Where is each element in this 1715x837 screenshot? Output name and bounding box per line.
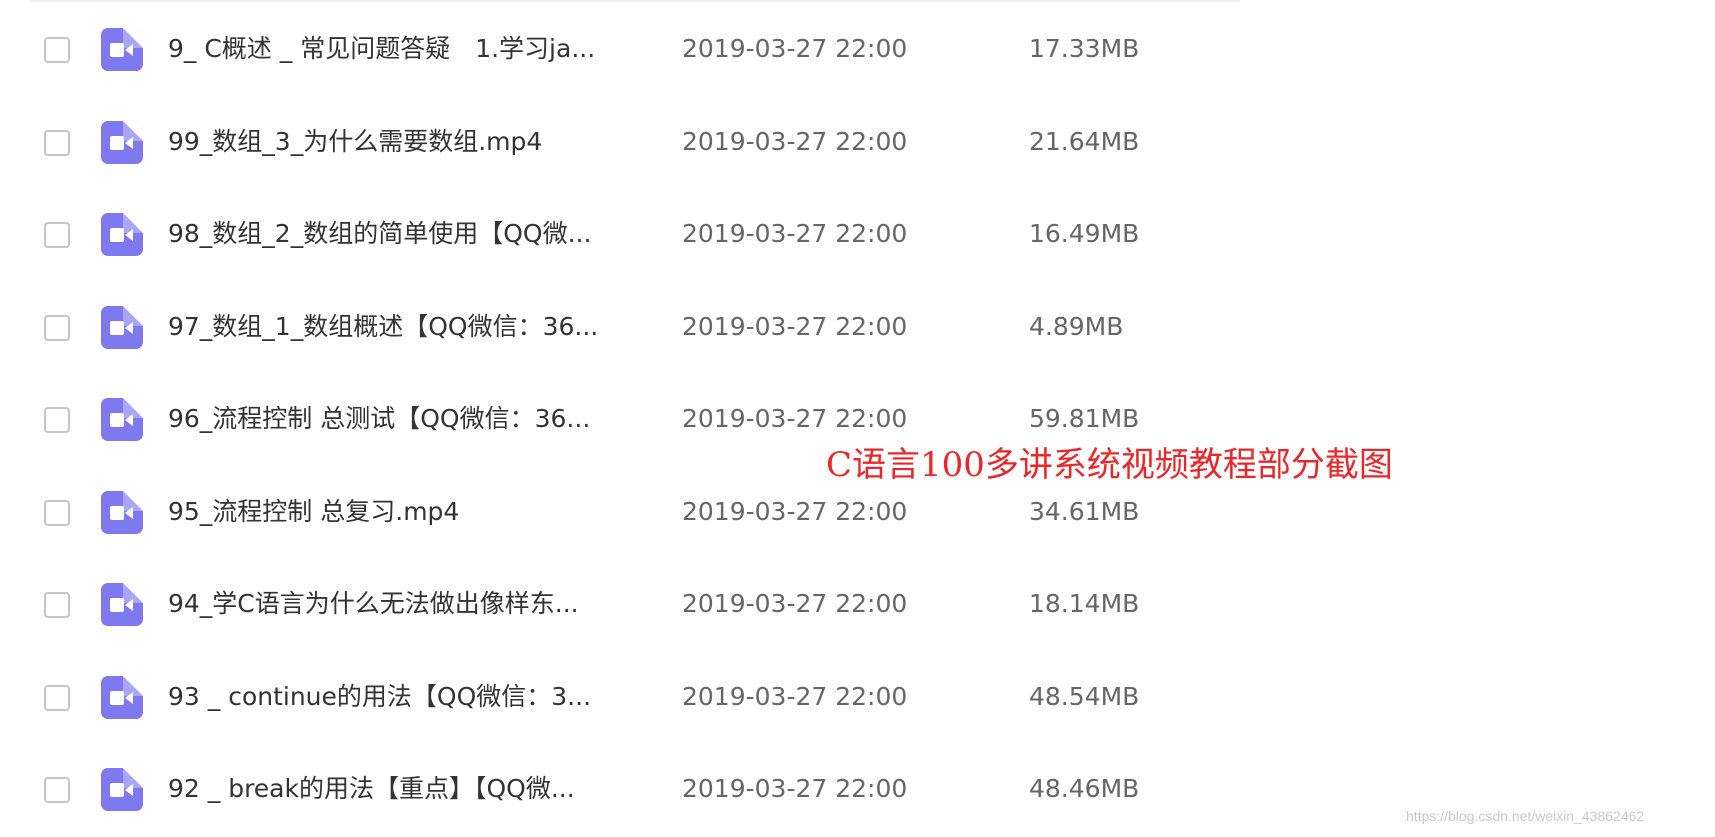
- video-file-icon: [101, 768, 143, 811]
- file-name[interactable]: 93 _ continue的用法【QQ微信：3...: [168, 677, 648, 717]
- file-list: 9_ C概述 _ 常见问题答疑 1.学习ja... 2019-03-27 22:…: [0, 3, 1715, 836]
- row-checkbox[interactable]: [44, 777, 70, 803]
- row-checkbox[interactable]: [44, 314, 70, 341]
- file-date: 2019-03-27 22:00: [682, 589, 908, 618]
- file-date: 2019-03-27 22:00: [682, 34, 908, 63]
- file-size: 18.14MB: [1029, 589, 1140, 618]
- file-size: 59.81MB: [1029, 404, 1140, 433]
- video-file-icon: [101, 490, 143, 534]
- file-row[interactable]: 94_学C语言为什么无法做出像样东... 2019-03-27 22:00 18…: [0, 558, 1715, 651]
- file-size: 21.64MB: [1029, 126, 1140, 156]
- overlay-caption: C语言100多讲系统视频教程部分截图: [826, 445, 1393, 485]
- row-checkbox[interactable]: [44, 684, 70, 711]
- row-checkbox[interactable]: [44, 407, 70, 433]
- video-file-icon: [101, 675, 143, 719]
- file-row[interactable]: 98_数组_2_数组的简单使用【QQ微... 2019-03-27 22:00 …: [0, 188, 1715, 281]
- row-checkbox[interactable]: [44, 499, 70, 526]
- video-file-icon: [101, 213, 143, 256]
- file-size: 16.49MB: [1029, 219, 1140, 248]
- file-size: 48.46MB: [1029, 774, 1140, 803]
- video-file-icon: [101, 28, 143, 71]
- file-date: 2019-03-27 22:00: [682, 496, 908, 526]
- video-file-icon: [101, 398, 143, 441]
- file-size: 4.89MB: [1029, 311, 1124, 341]
- video-file-icon: [101, 120, 143, 164]
- file-date: 2019-03-27 22:00: [682, 126, 908, 156]
- file-name[interactable]: 98_数组_2_数组的简单使用【QQ微...: [168, 214, 648, 254]
- file-name[interactable]: 92 _ break的用法【重点】【QQ微...: [168, 769, 648, 809]
- list-top-divider: [30, 0, 1240, 2]
- video-file-icon: [101, 305, 143, 349]
- file-date: 2019-03-27 22:00: [682, 404, 908, 433]
- file-name[interactable]: 94_学C语言为什么无法做出像样东...: [168, 584, 648, 624]
- row-checkbox[interactable]: [44, 37, 70, 63]
- file-date: 2019-03-27 22:00: [682, 311, 908, 341]
- file-name[interactable]: 97_数组_1_数组概述【QQ微信：36...: [168, 307, 648, 347]
- file-size: 34.61MB: [1029, 496, 1140, 526]
- file-row[interactable]: 97_数组_1_数组概述【QQ微信：36... 2019-03-27 22:00…: [0, 281, 1715, 374]
- file-size: 17.33MB: [1029, 34, 1140, 63]
- row-checkbox[interactable]: [44, 129, 70, 156]
- file-size: 48.54MB: [1029, 681, 1140, 711]
- row-checkbox[interactable]: [44, 222, 70, 248]
- file-name[interactable]: 9_ C概述 _ 常见问题答疑 1.学习ja...: [168, 29, 648, 69]
- file-row[interactable]: 9_ C概述 _ 常见问题答疑 1.学习ja... 2019-03-27 22:…: [0, 3, 1715, 96]
- file-date: 2019-03-27 22:00: [682, 681, 908, 711]
- video-file-icon: [101, 583, 143, 626]
- file-date: 2019-03-27 22:00: [682, 774, 908, 803]
- file-name[interactable]: 99_数组_3_为什么需要数组.mp4: [168, 122, 648, 162]
- file-name[interactable]: 95_流程控制 总复习.mp4: [168, 492, 648, 532]
- row-checkbox[interactable]: [44, 592, 70, 618]
- file-row[interactable]: 93 _ continue的用法【QQ微信：3... 2019-03-27 22…: [0, 651, 1715, 744]
- file-row[interactable]: 99_数组_3_为什么需要数组.mp4 2019-03-27 22:00 21.…: [0, 96, 1715, 189]
- file-name[interactable]: 96_流程控制 总测试【QQ微信：36...: [168, 399, 648, 439]
- file-date: 2019-03-27 22:00: [682, 219, 908, 248]
- watermark-url: https://blog.csdn.net/weixin_43862462: [1406, 808, 1645, 824]
